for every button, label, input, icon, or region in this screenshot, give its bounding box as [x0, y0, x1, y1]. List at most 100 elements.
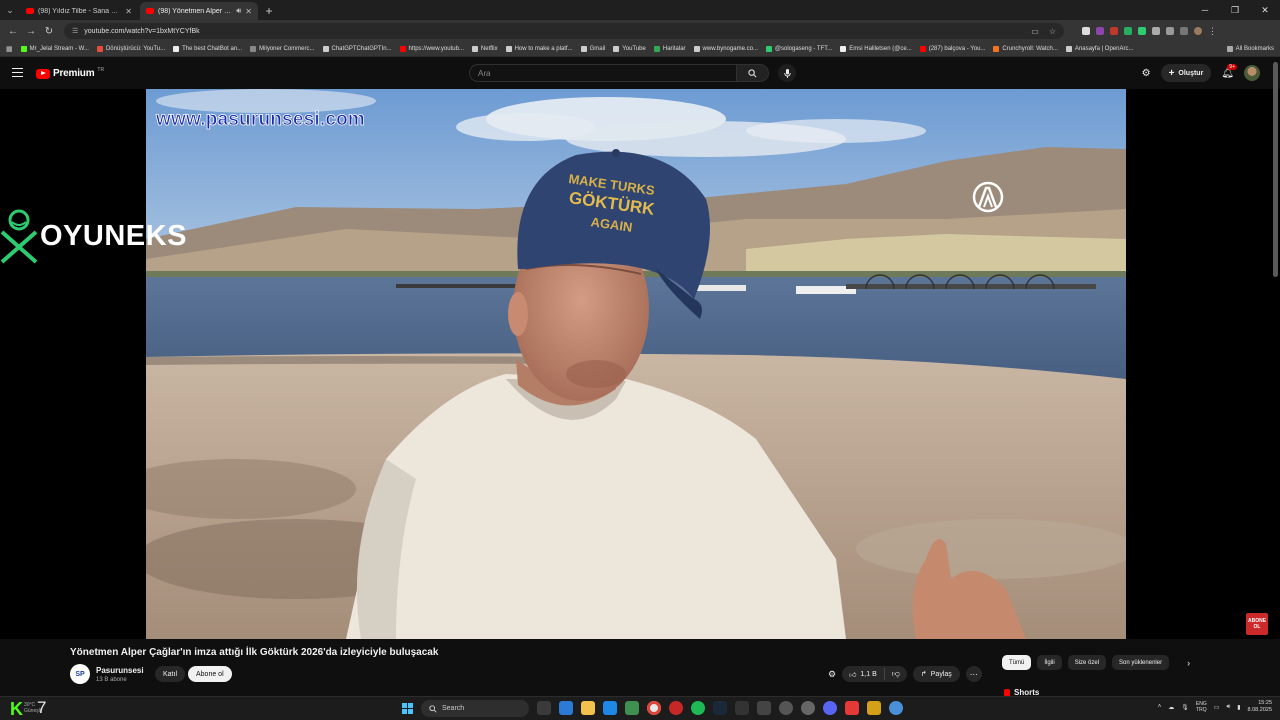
extension-icon[interactable]: [1082, 27, 1090, 35]
page-scrollbar[interactable]: [1273, 62, 1278, 277]
subscribe-badge[interactable]: ABONE OL: [1246, 613, 1268, 635]
app-icon[interactable]: [889, 701, 903, 715]
opera-icon[interactable]: [669, 701, 683, 715]
search-button[interactable]: [737, 64, 769, 82]
bookmark-item[interactable]: ChatGPTChatGPTIn...: [322, 46, 392, 52]
more-actions-button[interactable]: ⋯: [965, 666, 982, 682]
bookmark-item[interactable]: Gmail: [580, 46, 605, 52]
site-info-icon[interactable]: ☰: [72, 27, 78, 35]
discord-icon[interactable]: [823, 701, 837, 715]
bookmark-item[interactable]: How to make a platf...: [505, 46, 573, 52]
chip-recent[interactable]: Son yüklenenler: [1112, 655, 1170, 670]
chevron-up-icon[interactable]: ˄: [1158, 704, 1162, 710]
youtube-logo[interactable]: Premium TR: [36, 67, 104, 79]
forward-icon[interactable]: →: [22, 22, 40, 40]
bookmark-item[interactable]: The best ChatBot an...: [173, 46, 242, 52]
avatar[interactable]: [1244, 65, 1260, 81]
restore-icon[interactable]: ❐: [1220, 0, 1250, 20]
bookmark-item[interactable]: Dönüştürücü: YouTu...: [96, 46, 165, 52]
search-input[interactable]: [469, 64, 737, 82]
url-bar[interactable]: ☰ youtube.com/watch?v=1bxMtYCYfBk ▭ ☆: [64, 23, 1064, 39]
chip-related[interactable]: İlgili: [1037, 655, 1062, 670]
speaker-icon[interactable]: 🔊︎: [236, 6, 241, 16]
chip-all[interactable]: Tümü: [1002, 655, 1032, 670]
extension-icon[interactable]: [1124, 27, 1132, 35]
profile-avatar[interactable]: [1194, 27, 1202, 35]
gear-icon[interactable]: ⚙: [828, 669, 836, 680]
bookmark-item[interactable]: Crunchyroll: Watch...: [993, 46, 1058, 52]
dislike-button[interactable]: 👎︎: [885, 669, 907, 679]
like-button[interactable]: 👍︎ 1,1 B: [842, 668, 885, 680]
bookmark-item[interactable]: Haritalar: [653, 46, 686, 52]
game-launcher-icon[interactable]: [735, 701, 749, 715]
app-icon[interactable]: [867, 701, 881, 715]
chevron-right-icon[interactable]: ›: [1187, 658, 1190, 668]
bookmark-item[interactable]: https://www.youtub...: [399, 46, 464, 52]
bookmark-item[interactable]: (287) balçova - You...: [919, 46, 985, 52]
bookmark-item[interactable]: Netflix: [471, 46, 498, 52]
browser-tab-active[interactable]: (98) Yönetmen Alper Çağlar'ın... 🔊︎ ✕: [140, 2, 258, 20]
apps-grid-icon[interactable]: ▦: [6, 45, 13, 53]
tab-search-icon[interactable]: ⌄: [0, 0, 20, 20]
video-player[interactable]: MAKE TURKS GÖKTÜRK AGAIN www.pasurunsesi…: [146, 89, 1126, 639]
notifications-button[interactable]: 🔔︎ 9+: [1221, 63, 1237, 79]
bookmark-item[interactable]: Anasayfa | OpenArc...: [1065, 46, 1133, 52]
clock[interactable]: 15:25 8.08.2025: [1248, 700, 1272, 714]
extension-icon[interactable]: [1096, 27, 1104, 35]
settings-app-icon[interactable]: [801, 701, 815, 715]
bookmark-item[interactable]: @sologaseng - TFT...: [765, 46, 832, 52]
spotify-icon[interactable]: [691, 701, 705, 715]
github-icon[interactable]: [779, 701, 793, 715]
outlook-icon[interactable]: [603, 701, 617, 715]
join-button[interactable]: Katıl: [155, 666, 186, 682]
bookmark-item[interactable]: Milyoner Commerc...: [250, 46, 315, 52]
all-bookmarks-button[interactable]: All Bookmarks: [1226, 46, 1274, 52]
battery-icon[interactable]: ▮: [1237, 704, 1240, 711]
cast-icon[interactable]: ▭: [1031, 27, 1039, 36]
browser-menu-icon[interactable]: ⋮: [1208, 26, 1217, 37]
close-window-icon[interactable]: ✕: [1250, 0, 1280, 20]
edge-icon[interactable]: [559, 701, 573, 715]
bookmark-item[interactable]: Mr_Jelal Stream - W...: [20, 46, 89, 52]
extension-icon[interactable]: [1110, 27, 1118, 35]
tab-groups-icon[interactable]: [1180, 27, 1188, 35]
channel-avatar[interactable]: SP: [70, 664, 90, 684]
windows-start-icon[interactable]: [402, 703, 413, 714]
new-tab-button[interactable]: +: [260, 2, 278, 20]
taskbar-search[interactable]: Search: [421, 700, 529, 717]
steam-icon[interactable]: [713, 701, 727, 715]
task-view-icon[interactable]: [537, 701, 551, 715]
riot-icon[interactable]: [845, 701, 859, 715]
subscribe-button[interactable]: Abone ol: [188, 666, 232, 682]
monitor-icon[interactable]: ▭: [1214, 704, 1220, 711]
browser-tab[interactable]: (98) Yıldız Tilbe - Sana Doğru (Offici..…: [20, 2, 138, 20]
voice-search-button[interactable]: [778, 64, 796, 82]
file-explorer-icon[interactable]: [581, 701, 595, 715]
menu-icon[interactable]: [12, 68, 23, 77]
volume-icon[interactable]: 🔊︎: [1226, 704, 1230, 711]
close-icon[interactable]: ✕: [125, 7, 132, 16]
reload-icon[interactable]: ↻: [40, 22, 58, 40]
minimize-icon[interactable]: ─: [1190, 0, 1220, 20]
channel-name[interactable]: Pasurunsesi: [96, 666, 144, 675]
create-button[interactable]: + Oluştur: [1160, 64, 1212, 82]
extension-icon[interactable]: [1138, 27, 1146, 35]
close-icon[interactable]: ✕: [245, 7, 252, 16]
gear-icon[interactable]: ⚙: [1142, 68, 1151, 79]
microphone-icon[interactable]: 🎙︎: [1181, 704, 1189, 711]
chip-for-you[interactable]: Size özel: [1067, 655, 1107, 670]
store-icon[interactable]: [625, 701, 639, 715]
bookmark-item[interactable]: YouTube: [613, 46, 646, 52]
back-icon[interactable]: ←: [4, 22, 22, 40]
weather-tray-icon[interactable]: ☁: [1168, 704, 1174, 711]
app-icon[interactable]: [757, 701, 771, 715]
chevron-icon: [250, 46, 257, 52]
share-button[interactable]: ↱ Paylaş: [912, 666, 960, 682]
bookmark-item[interactable]: www.bynogame.co...: [693, 46, 758, 52]
chrome-icon[interactable]: [647, 701, 661, 715]
bookmark-item[interactable]: Emsi Haliletsen (@ce...: [840, 46, 912, 52]
extension-icon[interactable]: [1152, 27, 1160, 35]
bookmark-star-icon[interactable]: ☆: [1049, 27, 1056, 36]
language-indicator[interactable]: ENG TRQ: [1196, 701, 1207, 713]
download-icon[interactable]: [1166, 27, 1174, 35]
